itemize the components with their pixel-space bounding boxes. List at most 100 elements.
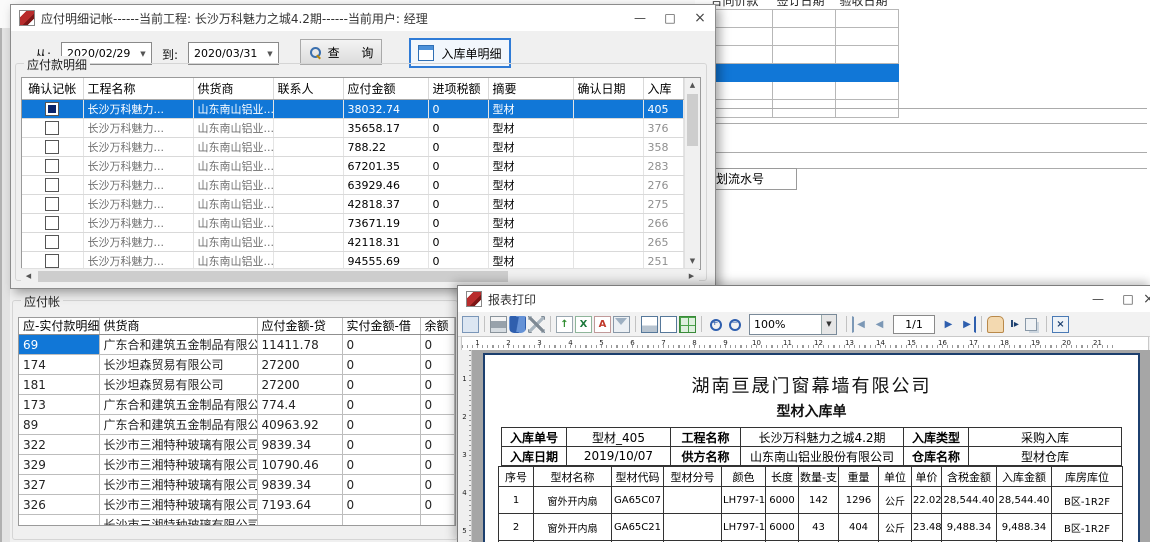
payables-row[interactable]: 69广东合和建筑五金制品有限公司11411.7800 [19, 335, 455, 355]
scroll-down-icon[interactable]: ▼ [685, 254, 700, 269]
design-view-icon[interactable] [462, 316, 479, 333]
payable-detail-row[interactable]: 长沙万科魅力...山东南山铝业...67201.350型材283 [22, 157, 684, 176]
scroll-right-icon[interactable]: ▶ [684, 269, 699, 284]
column-header[interactable]: 摘要 [488, 78, 573, 100]
column-header[interactable]: 工程名称 [83, 78, 193, 100]
payables-row[interactable]: 327长沙市三湘特种玻璃有限公司9839.3400 [19, 475, 455, 495]
minimize-button[interactable]: — [1083, 288, 1113, 310]
column-header[interactable]: 入库 [643, 78, 684, 100]
confirm-checkbox[interactable] [45, 216, 59, 230]
column-header[interactable]: 确认记帐 [22, 78, 83, 100]
page-indicator[interactable]: 1/1 [893, 315, 935, 334]
last-page-icon[interactable] [959, 316, 976, 333]
payables-grid-header-row: 应-实付款明细ID供货商应付金额-贷实付金额-借余额 [19, 318, 455, 335]
column-header[interactable]: 联系人 [273, 78, 343, 100]
select-text-icon[interactable] [1006, 316, 1023, 333]
payable-detail-row[interactable]: 长沙万科魅力...山东南山铝业...42118.310型材265 [22, 233, 684, 252]
scroll-left-icon[interactable]: ◀ [21, 269, 36, 284]
payables-row[interactable]: 326长沙市三湘特种玻璃有限公司7193.6400 [19, 495, 455, 515]
confirm-checkbox[interactable] [45, 140, 59, 154]
page-setup-icon[interactable] [641, 316, 658, 333]
payables-row[interactable]: 174长沙坦森贸易有限公司2720000 [19, 355, 455, 375]
payable-detail-row[interactable]: 长沙万科魅力...山东南山铝业...35658.170型材376 [22, 119, 684, 138]
column-header[interactable]: 余额 [420, 318, 455, 335]
contract-table-row[interactable] [707, 82, 899, 100]
contract-table-row[interactable] [707, 28, 899, 46]
maximize-button[interactable]: □ [1113, 288, 1143, 310]
ruler-number: 14 [865, 337, 896, 350]
hand-icon[interactable] [987, 316, 1004, 333]
tools-icon[interactable] [528, 316, 545, 333]
contract-table-row[interactable] [707, 10, 899, 28]
contract-table-row[interactable] [707, 46, 899, 64]
confirm-checkbox[interactable] [45, 159, 59, 173]
first-page-icon[interactable] [852, 316, 869, 333]
payable-detail-row[interactable]: 长沙万科魅力...山东南山铝业...42818.370型材275 [22, 195, 684, 214]
payables-row[interactable]: 322长沙市三湘特种玻璃有限公司9839.3400 [19, 435, 455, 455]
close-button[interactable]: × [685, 7, 715, 29]
background-contract-window: 合同价款签订日期验收日期 计划流水号 [695, 0, 1150, 285]
column-header[interactable]: 实付金额-借 [342, 318, 420, 335]
payables-row[interactable]: 173广东合和建筑五金制品有限公司774.400 [19, 395, 455, 415]
multi-page-icon[interactable] [679, 316, 696, 333]
payables-row[interactable]: 329长沙市三湘特种玻璃有限公司10790.4600 [19, 455, 455, 475]
prev-page-icon[interactable] [871, 316, 888, 333]
payable-detail-row[interactable]: 长沙万科魅力...山东南山铝业...38032.740型材405 [22, 100, 684, 119]
single-page-icon[interactable] [660, 316, 677, 333]
close-button[interactable]: × [1143, 288, 1150, 310]
confirm-checkbox[interactable] [45, 121, 59, 135]
print-icon[interactable] [490, 316, 507, 333]
column-header[interactable]: 进项税额 [428, 78, 488, 100]
confirm-checkbox[interactable] [45, 254, 59, 268]
column-header[interactable]: 供货商 [193, 78, 273, 100]
pdf-icon[interactable] [594, 316, 611, 333]
column-header: 入库金额 [997, 467, 1052, 487]
column-header[interactable]: 应付金额-贷 [257, 318, 342, 335]
mail-icon[interactable] [613, 316, 630, 333]
confirm-checkbox[interactable] [45, 178, 59, 192]
payable-detail-row[interactable]: 长沙万科魅力...山东南山铝业...73671.190型材266 [22, 214, 684, 233]
close-preview-icon[interactable] [1052, 316, 1069, 333]
zoom-level-combobox[interactable]: 100% ▼ [749, 314, 837, 335]
detail-row[interactable]: 2窗外开内扇GA65C21LH797-1LL600043404公斤23.4860… [499, 514, 1123, 541]
detail-row[interactable]: 1窗外开内扇GA65C07LH797-1LL60001421296公斤22.02… [499, 487, 1123, 514]
column-header[interactable]: 供货商 [99, 318, 257, 335]
payables-row[interactable]: 长沙市三湘特种玻璃有限公司 [19, 515, 455, 527]
maximize-button[interactable]: □ [655, 7, 685, 29]
scrollbar-thumb[interactable] [687, 94, 698, 146]
contract-table-row[interactable] [707, 64, 899, 82]
info-row[interactable]: 入库单号型材_405工程名称长沙万科魅力之城4.2期入库类型采购入库 [502, 428, 1122, 447]
next-page-icon[interactable] [940, 316, 957, 333]
to-date-combobox[interactable]: 2020/03/31 ▼ [188, 42, 279, 65]
zoom-out-icon[interactable] [726, 316, 743, 333]
info-row[interactable]: 入库日期2019/10/07供方名称山东南山铝业股份有限公司仓库名称型材仓库 [502, 447, 1122, 466]
toolbar-separator [701, 316, 702, 332]
payable-detail-row[interactable]: 长沙万科魅力...山东南山铝业...788.220型材358 [22, 138, 684, 157]
query-button[interactable]: 查 询 [300, 39, 382, 65]
column-header[interactable]: 应-实付款明细ID [19, 318, 99, 335]
vertical-scrollbar[interactable]: ▲ ▼ [684, 78, 700, 269]
ruler-number: 21 [1082, 337, 1113, 350]
payables-row[interactable]: 89广东合和建筑五金制品有限公司40963.9200 [19, 415, 455, 435]
excel-icon[interactable] [575, 316, 592, 333]
book-icon[interactable] [509, 316, 526, 333]
zoom-in-icon[interactable] [707, 316, 724, 333]
divider [703, 123, 1147, 124]
payable-detail-row[interactable]: 长沙万科魅力...山东南山铝业...63929.460型材276 [22, 176, 684, 195]
copy-icon[interactable] [1025, 318, 1037, 331]
confirm-checkbox[interactable] [45, 197, 59, 211]
confirm-checkbox[interactable] [45, 235, 59, 249]
column-header[interactable]: 确认日期 [573, 78, 643, 100]
scroll-up-icon[interactable]: ▲ [685, 78, 700, 93]
ruler-number: 19 [1020, 337, 1051, 350]
horizontal-scrollbar[interactable]: ◀ ▶ [21, 268, 699, 284]
form-title: 型材入库单 [485, 401, 1138, 421]
contract-table-header-row: 合同价款签订日期验收日期 [707, 0, 899, 10]
to-date-value: 2020/03/31 [189, 47, 262, 60]
export-icon[interactable] [556, 316, 573, 333]
scrollbar-thumb[interactable] [38, 271, 508, 282]
confirm-checkbox[interactable] [45, 102, 59, 116]
minimize-button[interactable]: — [625, 7, 655, 29]
payables-row[interactable]: 181长沙坦森贸易有限公司2720000 [19, 375, 455, 395]
column-header[interactable]: 应付金额 [343, 78, 428, 100]
